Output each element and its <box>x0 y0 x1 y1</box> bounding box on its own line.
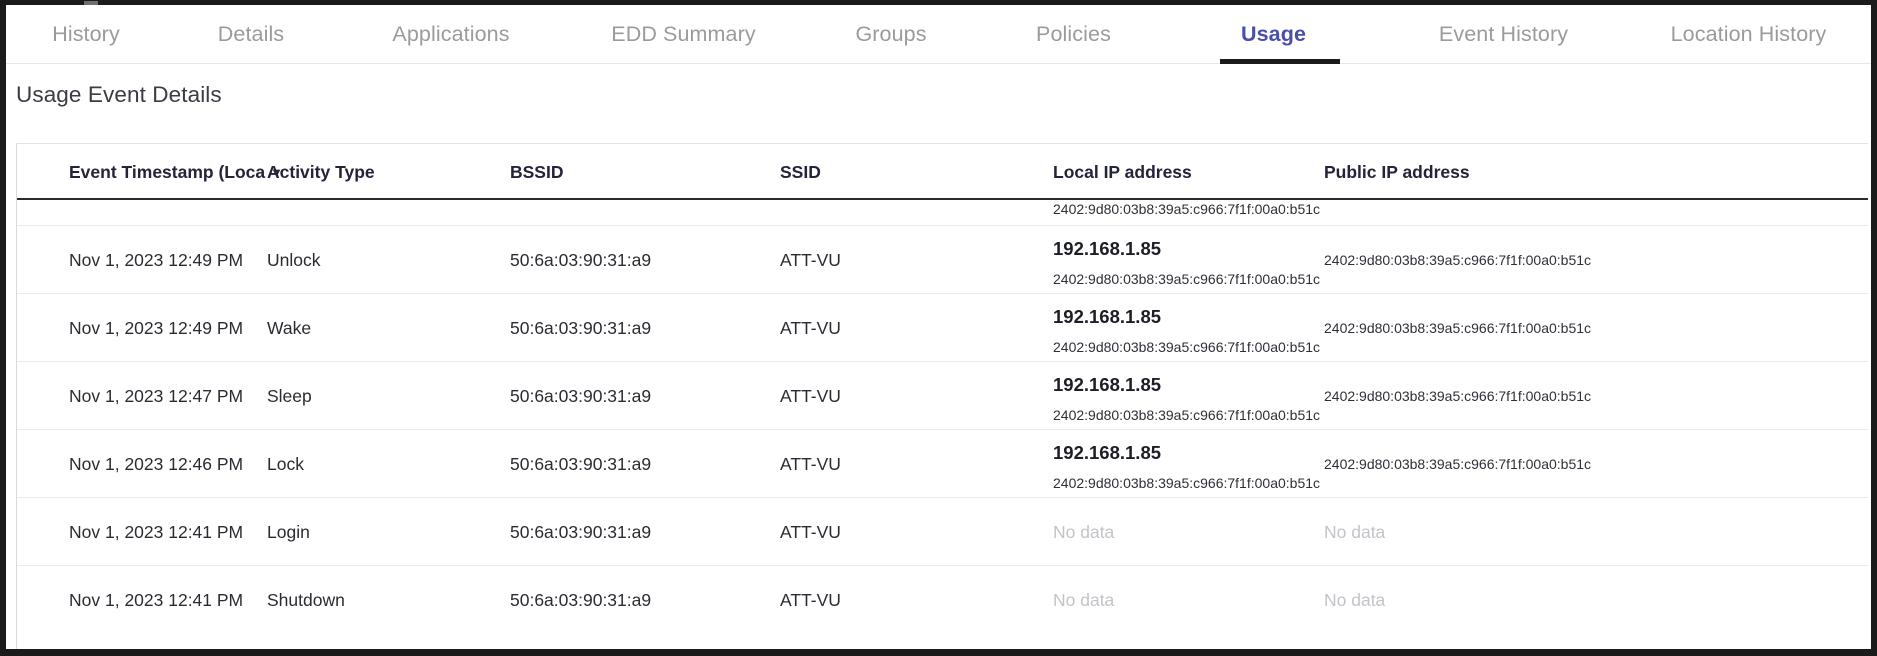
cell-event-timestamp: Nov 1, 2023 12:49 PM <box>69 318 244 338</box>
cell-ssid: ATT-VU <box>780 590 841 610</box>
cell-ssid: ATT-VU <box>780 386 841 406</box>
active-tab-indicator <box>1220 59 1340 64</box>
cell-event-timestamp: Nov 1, 2023 12:41 PM <box>69 522 244 542</box>
cell-bssid: 50:6a:03:90:31:a9 <box>510 454 652 474</box>
cell-bssid: 50:6a:03:90:31:a9 <box>510 318 652 338</box>
cell-public-ip-no-data: No data <box>1324 522 1386 542</box>
cell-ssid: ATT-VU <box>780 250 841 270</box>
cell-ssid: ATT-VU <box>780 454 841 474</box>
table-row[interactable]: Nov 1, 2023 12:41 PM Login 50:6a:03:90:31:… <box>17 498 1868 566</box>
cell-public-ip-v6: 2402:9d80:03b8:39a5:c966:7f1f:00a0:b51c <box>1324 456 1592 472</box>
cell-activity-type: Sleep <box>267 386 312 406</box>
tab-applications[interactable]: Applications <box>336 5 566 64</box>
column-header-label: Public IP address <box>1324 162 1470 182</box>
table-row[interactable]: 2402:9d80:03b8:39a5:c966:7f1f:00a0:b51c <box>17 200 1868 226</box>
tab-usage[interactable]: Usage <box>1166 5 1381 64</box>
cell-event-timestamp: Nov 1, 2023 12:46 PM <box>69 454 244 474</box>
column-header-activity[interactable]: Activity Type <box>267 144 375 200</box>
cell-bssid: 50:6a:03:90:31:a9 <box>510 250 652 270</box>
cell-local-ip-v6: 2402:9d80:03b8:39a5:c966:7f1f:00a0:b51c <box>1053 475 1321 491</box>
cell-event-timestamp: Nov 1, 2023 12:41 PM <box>69 590 244 610</box>
cell-local-ip-v6: 2402:9d80:03b8:39a5:c966:7f1f:00a0:b51c <box>1053 407 1321 423</box>
cell-local-ip-no-data: No data <box>1053 590 1115 610</box>
table-row[interactable]: Nov 1, 2023 12:49 PM Wake 50:6a:03:90:31:a… <box>17 294 1868 362</box>
tab-event-history[interactable]: Event History <box>1381 5 1626 64</box>
cell-local-ip-v4: 192.168.1.85 <box>1053 238 1162 259</box>
cell-local-ip-v4: 192.168.1.85 <box>1053 442 1162 463</box>
cell-public-ip-v6: 2402:9d80:03b8:39a5:c966:7f1f:00a0:b51c <box>1324 252 1592 268</box>
cell-activity-type: Lock <box>267 454 304 474</box>
cell-event-timestamp: Nov 1, 2023 12:49 PM <box>69 250 244 270</box>
cell-local-ip-v6: 2402:9d80:03b8:39a5:c966:7f1f:00a0:b51c <box>1053 271 1321 287</box>
page-title: Usage Event Details <box>16 82 222 107</box>
column-header-local_ip[interactable]: Local IP address <box>1053 144 1192 200</box>
column-header-label: Local IP address <box>1053 162 1192 182</box>
cell-local-ip-v4: 192.168.1.85 <box>1053 374 1162 395</box>
cell-activity-type: Wake <box>267 318 312 338</box>
cell-bssid: 50:6a:03:90:31:a9 <box>510 522 652 542</box>
cell-local-ip-v4: 192.168.1.85 <box>1053 306 1162 327</box>
table-header-row: Event Timestamp (Loca ▼ Activity Type BSSID… <box>17 144 1868 200</box>
tab-location-history[interactable]: Location History <box>1626 5 1871 64</box>
table-row[interactable]: Nov 1, 2023 12:41 PM Shutdown 50:6a:03:90:… <box>17 566 1868 634</box>
tab-edd-summary[interactable]: EDD Summary <box>566 5 801 64</box>
column-header-label: BSSID <box>510 162 564 182</box>
tab-history[interactable]: History <box>6 5 166 64</box>
table-row[interactable]: Nov 1, 2023 12:46 PM Lock 50:6a:03:90:31:a… <box>17 430 1868 498</box>
cell-activity-type: Unlock <box>267 250 321 270</box>
cell-public-ip-v6: 2402:9d80:03b8:39a5:c966:7f1f:00a0:b51c <box>1324 320 1592 336</box>
cell-public-ip-no-data: No data <box>1324 590 1386 610</box>
tab-groups[interactable]: Groups <box>801 5 981 64</box>
cell-bssid: 50:6a:03:90:31:a9 <box>510 590 652 610</box>
column-header-ssid[interactable]: SSID <box>780 144 821 200</box>
cell-activity-type: Login <box>267 522 310 542</box>
cell-ssid: ATT-VU <box>780 318 841 338</box>
column-header-public_ip[interactable]: Public IP address <box>1324 144 1470 200</box>
cell-bssid: 50:6a:03:90:31:a9 <box>510 386 652 406</box>
cell-local-ip-no-data: No data <box>1053 522 1115 542</box>
table-body: 2402:9d80:03b8:39a5:c966:7f1f:00a0:b51c N… <box>17 200 1868 634</box>
table-row[interactable]: Nov 1, 2023 12:47 PM Sleep 50:6a:03:90:31:… <box>17 362 1868 430</box>
column-header-label: Event Timestamp (Loca <box>69 162 266 182</box>
tab-policies[interactable]: Policies <box>981 5 1166 64</box>
window-frame: History Details Applications EDD Summary Gro… <box>0 0 1877 656</box>
column-header-label: Activity Type <box>267 162 375 182</box>
cell-local-ip-v6: 2402:9d80:03b8:39a5:c966:7f1f:00a0:b51c <box>1053 339 1321 355</box>
cell-activity-type: Shutdown <box>267 590 345 610</box>
usage-event-details-table: Event Timestamp (Loca ▼ Activity Type BSSID… <box>16 143 1868 649</box>
cell-public-ip-v6: 2402:9d80:03b8:39a5:c966:7f1f:00a0:b51c <box>1324 388 1592 404</box>
column-header-bssid[interactable]: BSSID <box>510 144 563 200</box>
cell-event-timestamp: Nov 1, 2023 12:47 PM <box>69 386 244 406</box>
tab-details[interactable]: Details <box>166 5 336 64</box>
tab-bar: History Details Applications EDD Summary Gro… <box>6 5 1871 64</box>
cell-ssid: ATT-VU <box>780 522 841 542</box>
cell-local-ip-v6: 2402:9d80:03b8:39a5:c966:7f1f:00a0:b51c <box>1053 201 1321 217</box>
column-header-label: SSID <box>780 162 821 182</box>
table-row[interactable]: Nov 1, 2023 12:49 PM Unlock 50:6a:03:90:31… <box>17 226 1868 294</box>
column-header-timestamp[interactable]: Event Timestamp (Loca ▼ <box>69 144 283 200</box>
